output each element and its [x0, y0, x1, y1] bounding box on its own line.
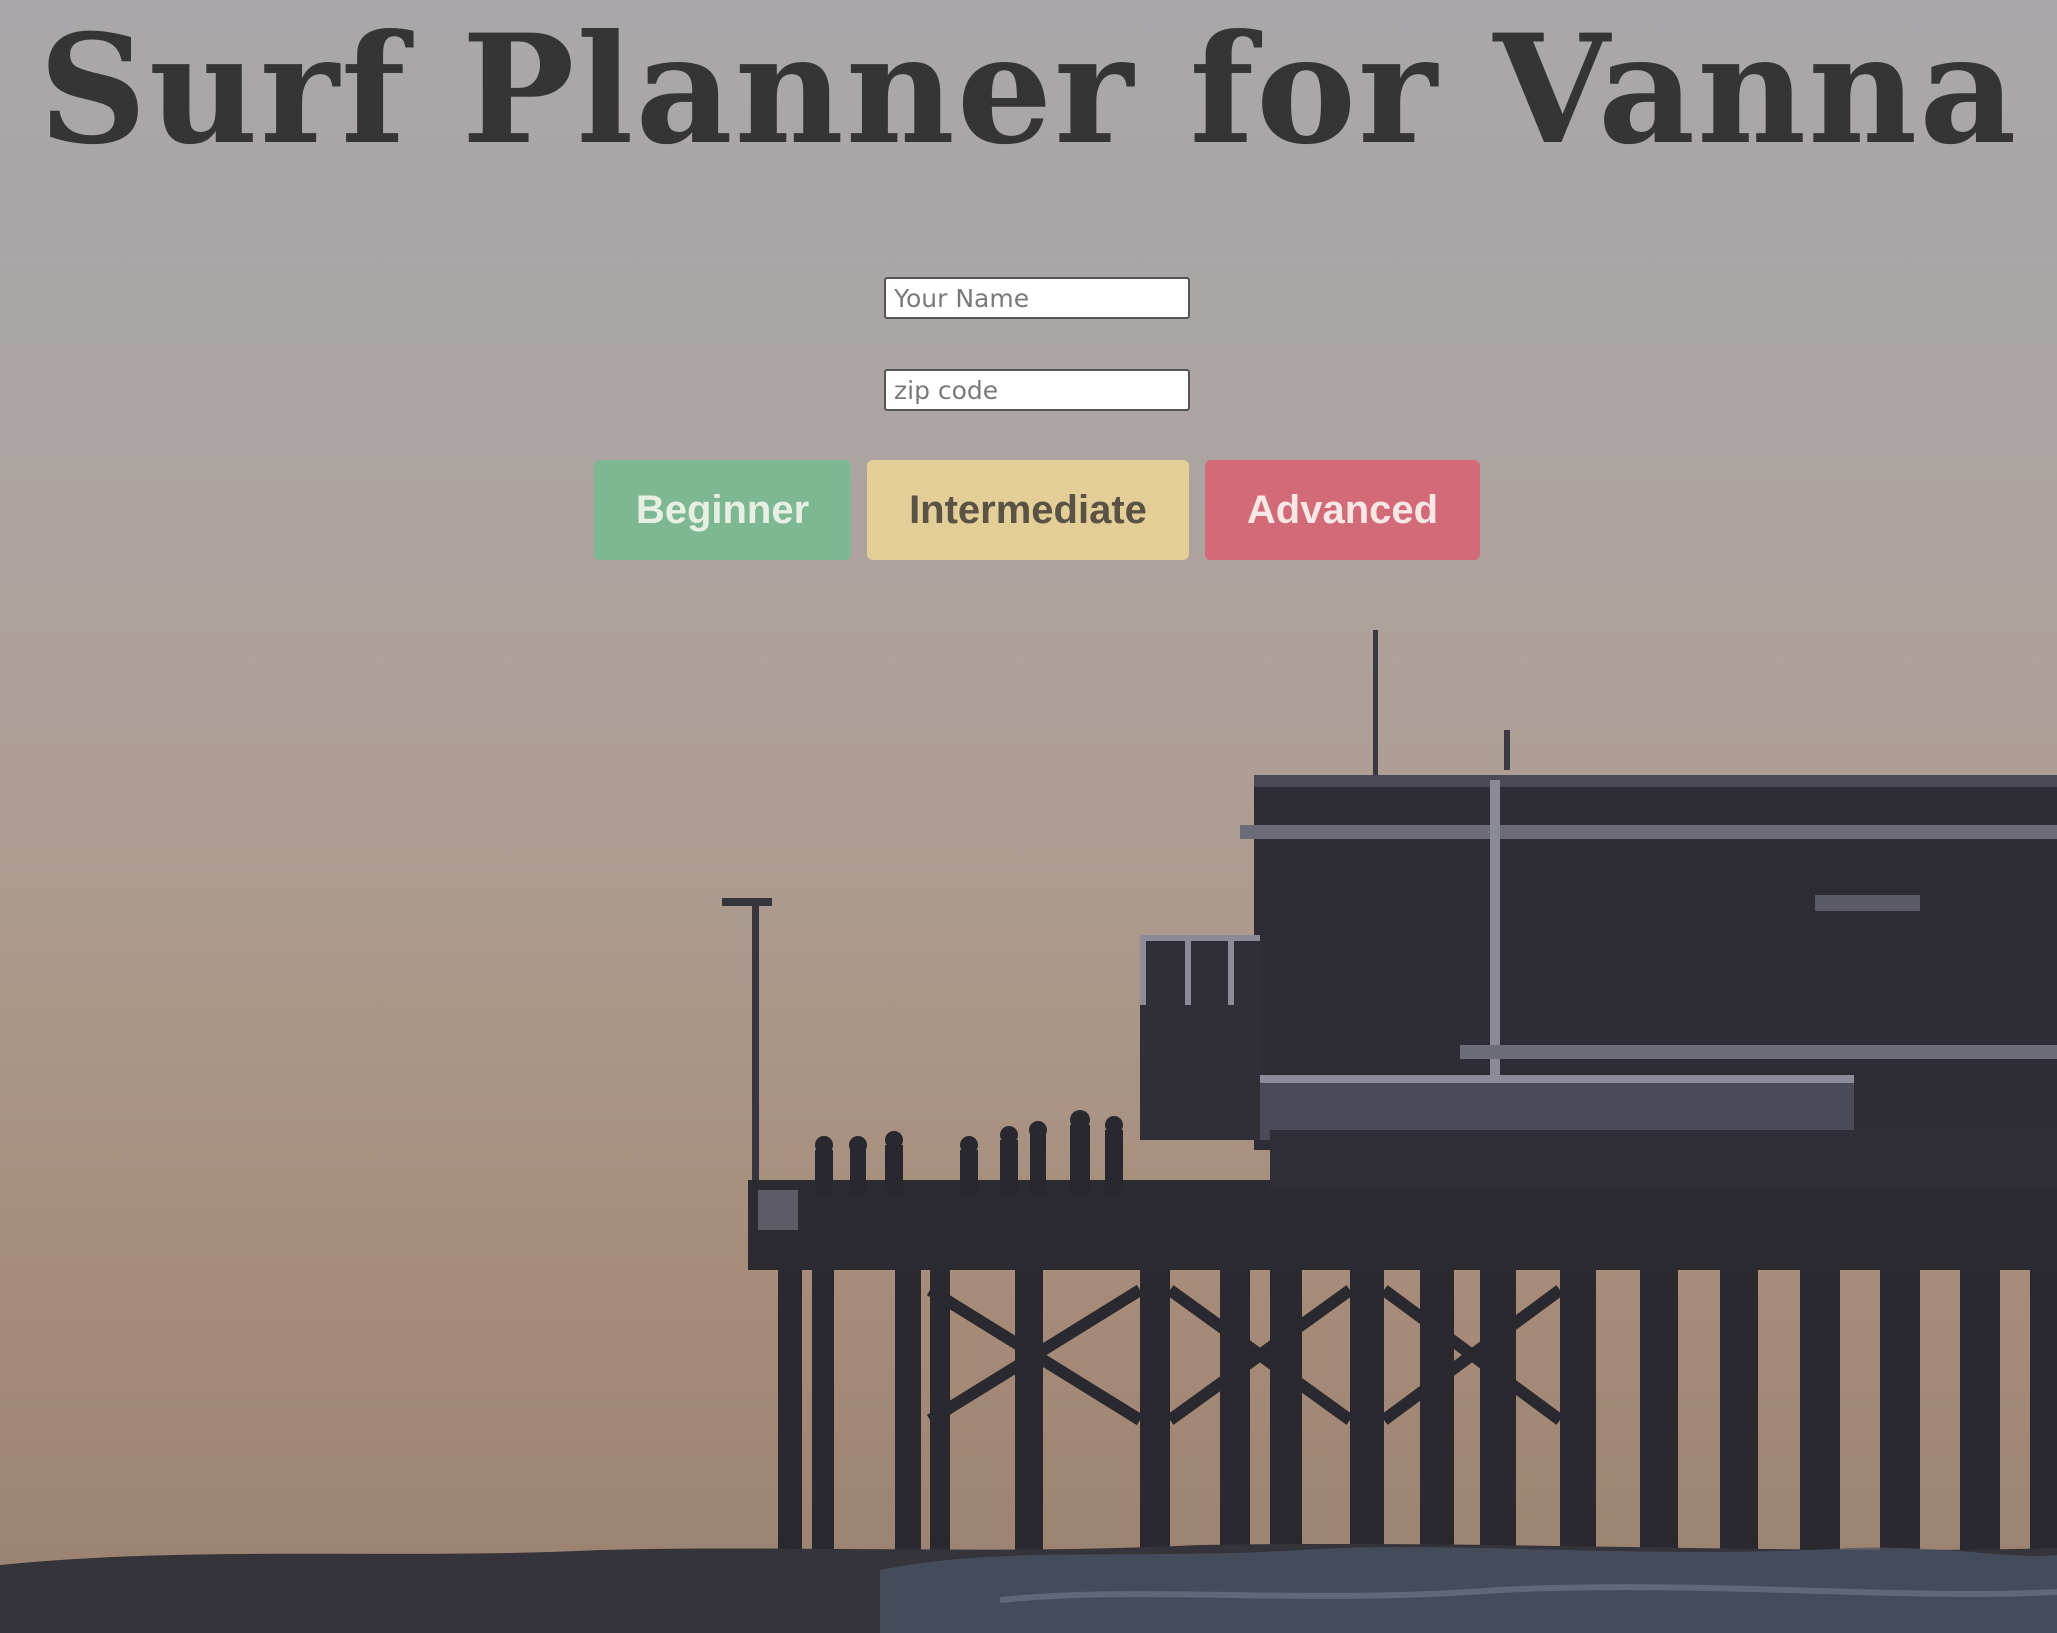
- advanced-button[interactable]: Advanced: [1205, 460, 1480, 560]
- zip-code-input[interactable]: [884, 369, 1190, 411]
- name-input[interactable]: [884, 277, 1190, 319]
- intermediate-button[interactable]: Intermediate: [867, 460, 1189, 560]
- page-title: Surf Planner for Vanna: [38, 2, 2019, 178]
- beginner-button[interactable]: Beginner: [594, 460, 851, 560]
- pier-background-image: [0, 630, 2057, 1633]
